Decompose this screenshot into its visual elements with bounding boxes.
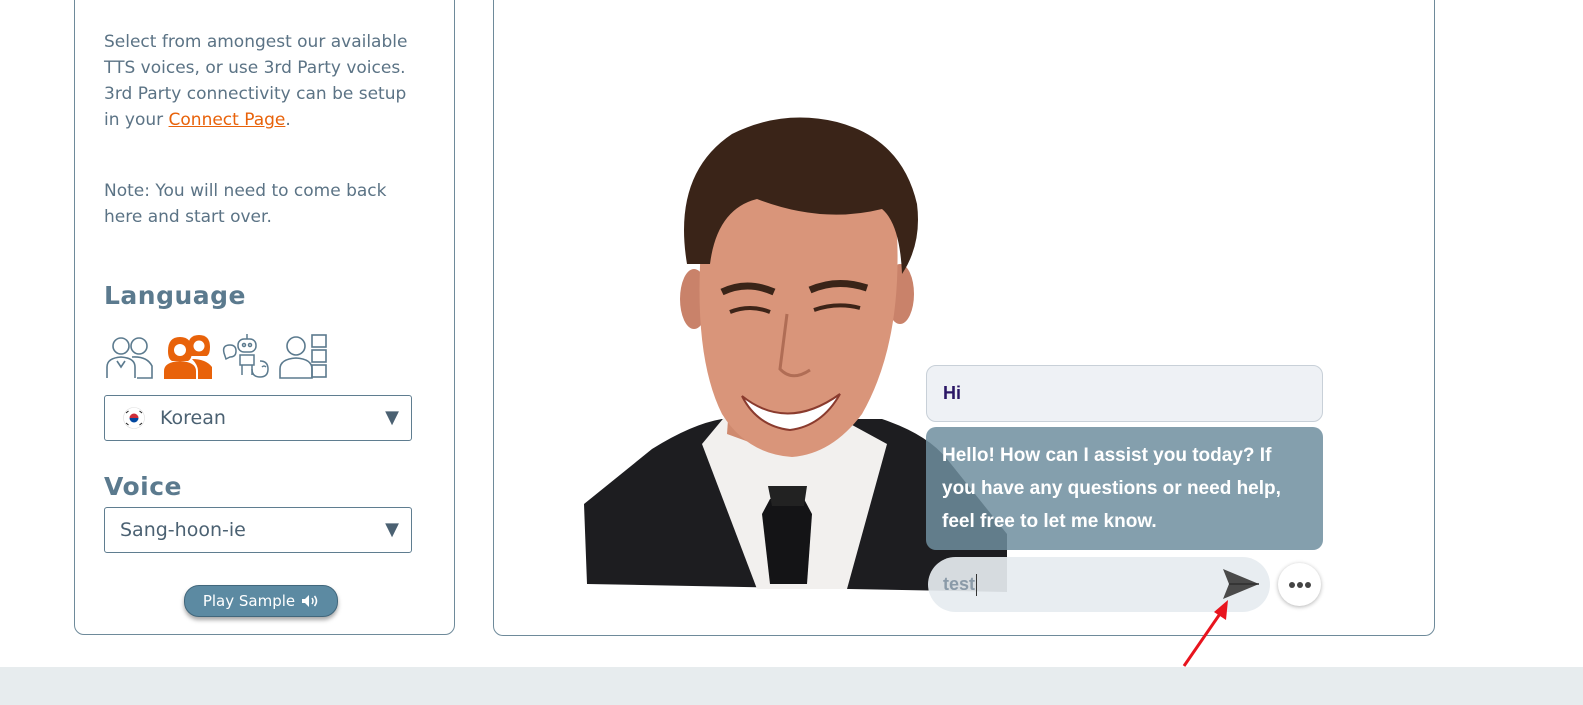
user-message-bubble: Hi	[926, 365, 1323, 422]
bot-message-text: Hello! How can I assist you today? If yo…	[942, 445, 1281, 532]
language-title: Language	[104, 281, 247, 310]
dropdown-caret-icon: ▼	[385, 407, 399, 428]
voice-description: Select from amongest our available TTS v…	[104, 29, 424, 133]
robot-voices-icon[interactable]	[220, 333, 272, 379]
language-icon-row	[104, 333, 330, 379]
text-cursor	[976, 573, 978, 596]
voice-select[interactable]: Sang-hoon-ie ▼	[104, 507, 412, 553]
connect-page-link[interactable]: Connect Page	[169, 110, 286, 130]
description-period: .	[285, 110, 291, 130]
voice-value: Sang-hoon-ie	[120, 519, 246, 541]
chat-input-value: test	[943, 574, 976, 594]
ellipsis-icon	[1288, 581, 1311, 588]
group-icon[interactable]	[104, 333, 156, 379]
annotation-arrow-icon	[1182, 600, 1228, 667]
play-sample-label: Play Sample	[202, 592, 296, 610]
language-value: Korean	[160, 407, 226, 429]
bot-message-bubble: Hello! How can I assist you today? If yo…	[926, 427, 1323, 550]
language-select[interactable]: Korean ▼	[104, 395, 412, 441]
dropdown-caret-icon: ▼	[385, 519, 399, 540]
page-footer-band	[0, 667, 1583, 705]
more-options-button[interactable]	[1278, 563, 1321, 606]
voice-title: Voice	[104, 472, 183, 501]
custom-voices-icon[interactable]	[278, 333, 330, 379]
female-voices-icon[interactable]	[162, 333, 214, 379]
korea-flag-icon	[123, 407, 145, 429]
speaker-icon	[302, 595, 318, 607]
user-message-text: Hi	[943, 383, 961, 403]
note-text: Note: You will need to come back here an…	[104, 181, 387, 227]
play-sample-button[interactable]: Play Sample	[184, 585, 338, 617]
voice-settings-panel: Select from amongest our available TTS v…	[74, 0, 455, 635]
